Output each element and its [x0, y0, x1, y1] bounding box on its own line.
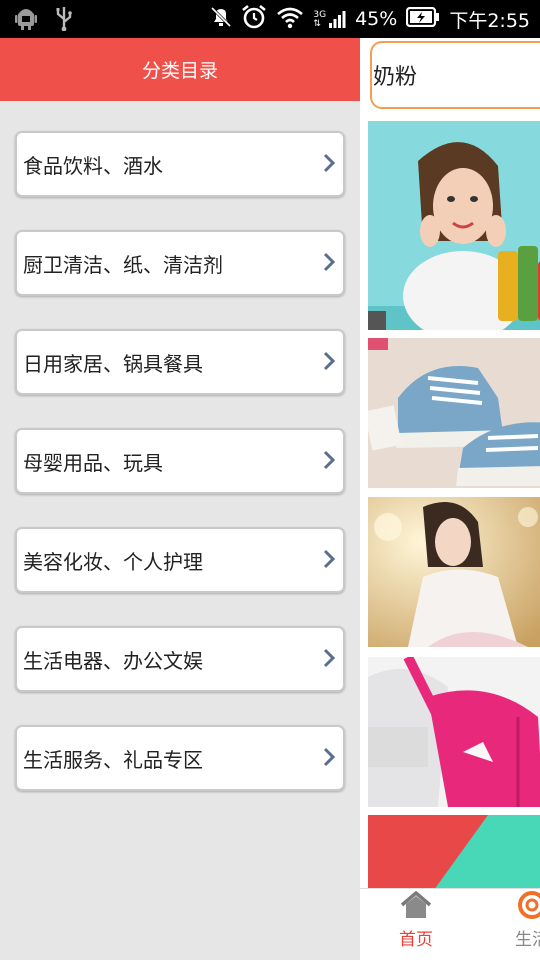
- signal-3g-icon: 3G ⇅: [313, 9, 346, 29]
- category-item-cleaning[interactable]: 厨卫清洁、纸、清洁剂: [15, 230, 345, 296]
- bottom-tab-bar: 首页 生活: [360, 888, 540, 960]
- battery-percent: 45%: [355, 8, 398, 30]
- promo-image-bags: [368, 657, 540, 807]
- chevron-right-icon: [323, 747, 335, 767]
- home-icon: [399, 891, 433, 923]
- usb-icon: [54, 5, 74, 35]
- life-icon: [515, 891, 540, 923]
- promo-banner-sneakers[interactable]: [368, 338, 540, 488]
- search-input[interactable]: 奶粉: [373, 59, 417, 91]
- alarm-icon: [241, 4, 267, 34]
- search-box[interactable]: 奶粉: [370, 41, 540, 109]
- category-item-household[interactable]: 日用家居、锅具餐具: [15, 329, 345, 395]
- category-item-beauty[interactable]: 美容化妆、个人护理: [15, 527, 345, 593]
- category-list: 食品饮料、酒水 厨卫清洁、纸、清洁剂 日用家居、锅具餐具 母婴用品、玩具 美容化…: [15, 131, 345, 824]
- category-label: 厨卫清洁、纸、清洁剂: [23, 252, 223, 277]
- wifi-icon: [276, 5, 304, 33]
- category-label: 生活服务、礼品专区: [23, 747, 203, 772]
- category-drawer: 分类目录 食品饮料、酒水 厨卫清洁、纸、清洁剂 日用家居、锅具餐具 母婴用品、玩…: [0, 38, 360, 960]
- drawer-title: 分类目录: [141, 60, 218, 82]
- tab-home[interactable]: 首页: [376, 891, 456, 950]
- chevron-right-icon: [323, 648, 335, 668]
- status-bar: 3G ⇅ 45% 下午2:55: [0, 0, 540, 38]
- category-label: 生活电器、办公文娱: [23, 648, 203, 673]
- chevron-right-icon: [323, 351, 335, 371]
- promo-image-fashion: [368, 497, 540, 647]
- drawer-header: 分类目录: [0, 38, 360, 101]
- promo-banner-drinks[interactable]: [368, 121, 540, 330]
- promo-banner-fashion[interactable]: [368, 497, 540, 647]
- clock-time: 下午2:55: [449, 9, 530, 32]
- battery-charging-icon: [406, 6, 440, 31]
- promo-image-sneakers: [368, 338, 540, 488]
- category-label: 日用家居、锅具餐具: [23, 351, 203, 376]
- category-label: 美容化妆、个人护理: [23, 549, 203, 574]
- promo-image-drinks: [368, 121, 540, 330]
- category-label: 母婴用品、玩具: [23, 450, 163, 475]
- category-item-appliances[interactable]: 生活电器、办公文娱: [15, 626, 345, 692]
- android-debug-icon: [14, 5, 38, 35]
- chevron-right-icon: [323, 252, 335, 272]
- chevron-right-icon: [323, 153, 335, 173]
- category-label: 食品饮料、酒水: [23, 153, 163, 178]
- tab-life[interactable]: 生活: [492, 891, 540, 950]
- category-item-services[interactable]: 生活服务、礼品专区: [15, 725, 345, 791]
- promo-banner-bags[interactable]: [368, 657, 540, 807]
- muted-notification-icon: [210, 5, 232, 33]
- category-item-baby[interactable]: 母婴用品、玩具: [15, 428, 345, 494]
- tab-life-label: 生活: [515, 930, 540, 950]
- chevron-right-icon: [323, 450, 335, 470]
- tab-home-label: 首页: [399, 930, 433, 950]
- home-content: 奶粉: [360, 38, 540, 960]
- chevron-right-icon: [323, 549, 335, 569]
- category-item-food[interactable]: 食品饮料、酒水: [15, 131, 345, 197]
